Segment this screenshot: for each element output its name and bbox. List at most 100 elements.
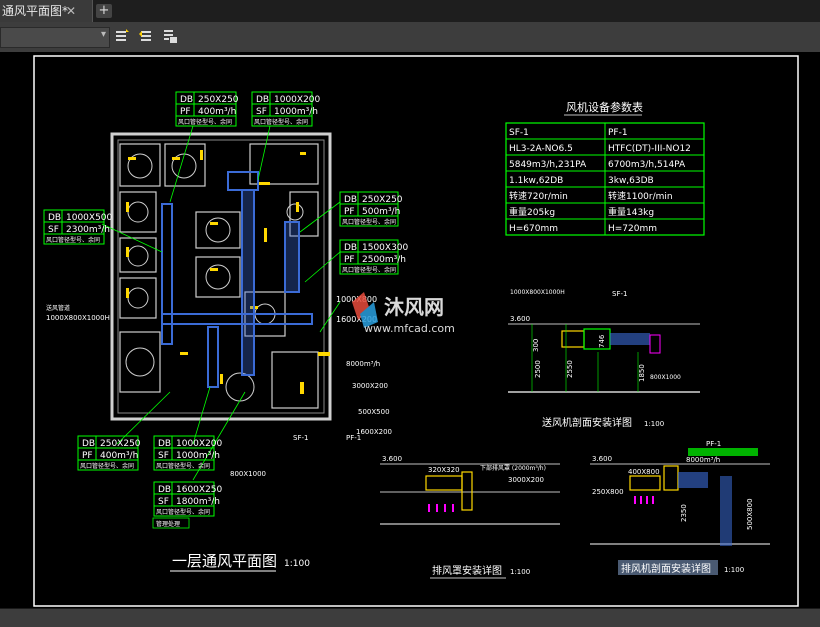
callout-tag: DB: [48, 213, 61, 223]
table-cell: H=720mm: [608, 224, 657, 234]
table-cell: 3kw,63DB: [608, 176, 654, 186]
callout-tag: PF: [180, 107, 191, 117]
chevron-down-icon[interactable]: ▾: [101, 29, 106, 40]
callout-tag: DB: [158, 485, 171, 495]
plan-label: 管理处理: [156, 520, 180, 528]
layer-combo[interactable]: ▾: [0, 27, 110, 48]
plan-label: SF-1: [293, 434, 308, 442]
table-cell: HL3-2A-NO6.5: [509, 144, 573, 154]
callout-8: DB 1600X250 SF 1800m³/h 风口管径型号、余同: [153, 481, 223, 517]
callout-value: 2500m³/h: [362, 255, 406, 265]
fan-elev: 3.600: [592, 455, 612, 463]
callout-value: 1000m³/h: [176, 451, 220, 461]
drawing-viewport[interactable]: DB 250X250 PF 400m³/h 风口管径型号、余同 DB 1000X…: [0, 52, 820, 608]
callout-value: 1500X300: [362, 243, 409, 253]
detail-out: 800X1000: [650, 374, 681, 381]
supply-fan-detail-scale: 1:100: [644, 420, 664, 428]
status-bar: [0, 608, 820, 627]
callout-value: 250X250: [100, 439, 141, 449]
detail-sf1: SF-1: [612, 290, 627, 298]
callout-value: 1000X200: [274, 95, 321, 105]
callout-value: 250X250: [198, 95, 239, 105]
plan-label: 送风管道: [46, 304, 70, 312]
table-cell: SF-1: [509, 128, 529, 138]
callout-tag: DB: [180, 95, 193, 105]
callout-tag: SF: [158, 497, 169, 507]
hood-flow: 下部排风罩 (2000m³/h): [480, 464, 546, 472]
exhaust-hood-detail-title: 排风罩安装详图: [432, 564, 502, 577]
callout-note: 风口管径型号、余同: [342, 266, 396, 274]
callout-tag: PF: [344, 207, 355, 217]
exhaust-fan-detail: 3.600 PF-1 8000m³/h 400X800 250X800 2350…: [590, 440, 770, 575]
table-cell: 5849m3/h,231PA: [509, 160, 587, 170]
callout-value: 2300m³/h: [66, 225, 110, 235]
hood-size: 320X320: [428, 466, 460, 474]
callout-tag: SF: [256, 107, 267, 117]
plan-label: 1000X800X1000H: [46, 314, 110, 322]
callout-1: DB 250X250 PF 400m³/h 风口管径型号、余同: [175, 91, 239, 127]
detail-elev: 3.600: [510, 315, 530, 323]
callout-note: 风口管径型号、余同: [80, 462, 134, 470]
callout-tag: SF: [48, 225, 59, 235]
callout-7: DB 1000X200 SF 1000m³/h 风口管径型号、余同: [153, 435, 223, 471]
detail-dim: 746: [598, 334, 606, 348]
table-cell: 转速1100r/min: [608, 190, 673, 202]
callout-note: 风口管径型号、余同: [156, 462, 210, 470]
callout-value: 1800m³/h: [176, 497, 220, 507]
callout-tag: DB: [344, 195, 357, 205]
callout-tag: SF: [158, 451, 169, 461]
hood-size: 3000X200: [508, 476, 544, 484]
layer-state-icon[interactable]: [162, 28, 178, 44]
table-cell: 重量143kg: [608, 206, 654, 218]
table-cell: 转速720r/min: [509, 190, 568, 202]
drawing-canvas: DB 250X250 PF 400m³/h 风口管径型号、余同 DB 1000X…: [33, 55, 799, 607]
callout-note: 风口管径型号、余同: [178, 118, 232, 126]
hood-elev: 3.600: [382, 455, 402, 463]
close-icon[interactable]: ✕: [66, 0, 76, 22]
callout-tag: DB: [158, 439, 171, 449]
plan-label: 800X1000: [230, 470, 266, 478]
callout-value: 1600X250: [176, 485, 223, 495]
callout-tag: DB: [344, 243, 357, 253]
table-cell: 1.1kw,62DB: [509, 176, 563, 186]
callout-note: 风口管径型号、余同: [156, 508, 210, 516]
callout-value: 250X250: [362, 195, 403, 205]
table-cell: PF-1: [608, 128, 628, 138]
floor-plan: DB 250X250 PF 400m³/h 风口管径型号、余同 DB 1000X…: [43, 91, 409, 572]
fan-dim: 2350: [680, 504, 688, 522]
callout-3: DB 1000X500 SF 2300m³/h 风口管径型号、余同: [43, 209, 113, 245]
table-cell: 重量205kg: [509, 206, 555, 218]
callout-value: 400m³/h: [100, 451, 138, 461]
detail-dim: 300: [532, 339, 540, 352]
watermark-brand: 沐风网: [384, 295, 444, 319]
callout-tag: PF: [82, 451, 93, 461]
plan-label: 500X500: [358, 408, 390, 416]
tab-ventilation-plan[interactable]: 通风平面图* ✕: [0, 0, 93, 22]
plan-label: 3000X200: [352, 382, 388, 390]
callout-value: 400m³/h: [198, 107, 236, 117]
callout-tag: DB: [256, 95, 269, 105]
callout-note: 风口管径型号、余同: [46, 236, 100, 244]
toolbar: ▾: [0, 22, 820, 53]
callout-4: DB 250X250 PF 500m³/h 风口管径型号、余同: [339, 191, 403, 227]
plan-scale: 1:100: [284, 559, 310, 569]
table-cell: HTFC(DT)-III-NO12: [608, 144, 691, 154]
add-tab-button[interactable]: +: [96, 4, 112, 18]
exhaust-hood-detail: 3.600 320X320 下部排风罩 (2000m³/h) 3000X200 …: [380, 455, 560, 579]
callout-note: 风口管径型号、余同: [254, 118, 308, 126]
supply-fan-detail: 3.600 1000X800X1000H SF-1 300 2500 2550 …: [508, 289, 700, 429]
callout-5: DB 1500X300 PF 2500m³/h 风口管径型号、余同: [339, 239, 409, 275]
exhaust-fan-detail-title: 排风机剖面安装详图: [621, 562, 711, 575]
fan-out: 500X800: [746, 498, 754, 530]
equipment-table: 风机设备参数表 SF-1 PF-1 HL3-2A-NO6.5 HTFC(DT)-…: [505, 100, 705, 236]
detail-dim: 2550: [566, 360, 574, 378]
equipment-table-title: 风机设备参数表: [566, 100, 643, 114]
tab-label: 通风平面图*: [2, 4, 69, 18]
callout-tag: PF: [344, 255, 355, 265]
table-cell: H=670mm: [509, 224, 558, 234]
exhaust-hood-detail-scale: 1:100: [510, 568, 530, 576]
layer-previous-icon[interactable]: [138, 28, 154, 44]
watermark-url: www.mfcad.com: [364, 322, 455, 335]
layer-match-icon[interactable]: [114, 28, 130, 44]
callout-value: 1000X500: [66, 213, 113, 223]
